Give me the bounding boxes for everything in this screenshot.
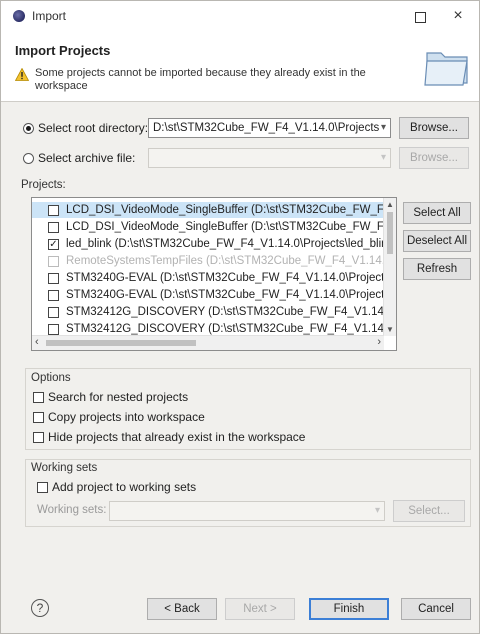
wizard-footer: ? < Back Next > Finish Cancel: [1, 589, 479, 633]
finish-button[interactable]: Finish: [309, 598, 389, 620]
eclipse-app-icon: [13, 10, 25, 22]
window-title: Import: [32, 9, 67, 23]
list-item[interactable]: ✓ led_blink (D:\st\STM32Cube_FW_F4_V1.14…: [32, 236, 392, 252]
search-nested-label: Search for nested projects: [48, 390, 189, 404]
working-sets-field-label: Working sets:: [37, 504, 107, 516]
import-dialog: Import × Import Projects Some projects c…: [0, 0, 480, 634]
project-label: LCD_DSI_VideoMode_SingleBuffer (D:\st\ST…: [66, 204, 392, 216]
checkbox-box[interactable]: [33, 431, 44, 443]
deselect-all-button[interactable]: Deselect All: [403, 230, 471, 252]
project-checkbox[interactable]: [48, 204, 59, 216]
browse-archive-button: Browse...: [399, 147, 469, 169]
chevron-down-icon[interactable]: ▾: [381, 119, 386, 137]
list-item[interactable]: STM32412G_DISCOVERY (D:\st\STM32Cube_FW_…: [32, 304, 392, 320]
refresh-button[interactable]: Refresh: [403, 258, 471, 280]
project-label: STM32412G_DISCOVERY (D:\st\STM32Cube_FW_…: [66, 306, 392, 318]
copy-into-workspace-checkbox[interactable]: Copy projects into workspace: [33, 410, 205, 424]
project-checkbox[interactable]: [48, 323, 59, 335]
list-item[interactable]: LCD_DSI_VideoMode_SingleBuffer (D:\st\ST…: [32, 202, 392, 218]
list-item: RemoteSystemsTempFiles (D:\st\STM32Cube_…: [32, 253, 392, 269]
root-directory-value: D:\st\STM32Cube_FW_F4_V1.14.0\Projects: [153, 122, 380, 134]
project-label: LCD_DSI_VideoMode_SingleBuffer (D:\st\ST…: [66, 221, 392, 233]
root-directory-combo[interactable]: D:\st\STM32Cube_FW_F4_V1.14.0\Projects ▾: [148, 118, 391, 138]
working-sets-label: Working sets: [31, 462, 98, 474]
project-checkbox[interactable]: [48, 306, 59, 318]
scroll-left-icon[interactable]: ‹: [35, 336, 39, 348]
search-nested-checkbox[interactable]: Search for nested projects: [33, 390, 188, 404]
horizontal-scrollbar[interactable]: ‹ ›: [32, 335, 384, 350]
title-bar: Import ×: [1, 1, 479, 31]
hide-existing-checkbox[interactable]: Hide projects that already exist in the …: [33, 430, 305, 444]
project-label: RemoteSystemsTempFiles (D:\st\STM32Cube_…: [66, 255, 392, 267]
working-sets-combo: ▾: [109, 501, 385, 521]
scroll-down-icon[interactable]: ▼: [386, 325, 394, 334]
project-checkbox: [48, 255, 59, 267]
scroll-up-icon[interactable]: ▲: [386, 200, 394, 209]
warning-icon: [15, 68, 29, 81]
checkbox-box[interactable]: [33, 391, 44, 403]
next-button: Next >: [225, 598, 295, 620]
radio-indicator[interactable]: [23, 122, 34, 134]
scroll-thumb[interactable]: [387, 212, 393, 254]
project-checkbox[interactable]: [48, 221, 59, 233]
add-to-working-sets-checkbox[interactable]: Add project to working sets: [37, 480, 196, 494]
select-root-directory-radio[interactable]: Select root directory:: [23, 121, 148, 135]
cancel-button[interactable]: Cancel: [401, 598, 471, 620]
back-button[interactable]: < Back: [147, 598, 217, 620]
page-title: Import Projects: [15, 43, 111, 58]
archive-file-combo: ▾: [148, 148, 391, 168]
project-label: STM3240G-EVAL (D:\st\STM32Cube_FW_F4_V1.…: [66, 272, 392, 284]
maximize-icon: [414, 11, 426, 23]
hide-existing-label: Hide projects that already exist in the …: [48, 430, 306, 444]
scroll-right-icon[interactable]: ›: [377, 336, 381, 348]
help-icon[interactable]: ?: [31, 599, 49, 617]
chevron-down-icon: ▾: [380, 152, 386, 163]
project-checkbox[interactable]: [48, 272, 59, 284]
projects-label: Projects:: [21, 179, 66, 191]
checkbox-box[interactable]: [37, 481, 48, 493]
select-root-directory-label: Select root directory:: [38, 121, 149, 135]
import-folder-icon: [424, 52, 468, 86]
checkbox-box[interactable]: [33, 411, 44, 423]
copy-into-workspace-label: Copy projects into workspace: [48, 410, 205, 424]
list-item[interactable]: STM3240G-EVAL (D:\st\STM32Cube_FW_F4_V1.…: [32, 287, 392, 303]
project-checkbox[interactable]: [48, 289, 59, 301]
chevron-down-icon: ▾: [374, 505, 380, 516]
close-button[interactable]: ×: [443, 5, 473, 27]
project-checkbox[interactable]: ✓: [48, 238, 59, 250]
maximize-button[interactable]: [405, 5, 435, 27]
vertical-scrollbar[interactable]: ▲ ▼: [383, 198, 396, 336]
wizard-header: Import Projects Some projects cannot be …: [1, 31, 479, 102]
radio-indicator[interactable]: [23, 152, 34, 164]
select-working-sets-button: Select...: [393, 500, 465, 522]
browse-root-button[interactable]: Browse...: [399, 117, 469, 139]
warning-message: Some projects cannot be imported because…: [15, 67, 385, 93]
select-archive-file-radio[interactable]: Select archive file:: [23, 151, 135, 165]
options-label: Options: [31, 372, 71, 384]
list-item[interactable]: LCD_DSI_VideoMode_SingleBuffer (D:\st\ST…: [32, 219, 392, 235]
project-label: STM3240G-EVAL (D:\st\STM32Cube_FW_F4_V1.…: [66, 289, 392, 301]
list-item[interactable]: STM3240G-EVAL (D:\st\STM32Cube_FW_F4_V1.…: [32, 270, 392, 286]
select-all-button[interactable]: Select All: [403, 202, 471, 224]
project-label: STM32412G_DISCOVERY (D:\st\STM32Cube_FW_…: [66, 323, 392, 335]
add-to-working-sets-label: Add project to working sets: [52, 480, 197, 494]
scroll-thumb[interactable]: [46, 340, 196, 346]
project-label: led_blink (D:\st\STM32Cube_FW_F4_V1.14.0…: [66, 238, 392, 250]
projects-list[interactable]: LCD_DSI_VideoMode_SingleBuffer (D:\st\ST…: [31, 197, 397, 351]
select-archive-file-label: Select archive file:: [38, 151, 136, 165]
warning-text: Some projects cannot be imported because…: [35, 67, 366, 92]
